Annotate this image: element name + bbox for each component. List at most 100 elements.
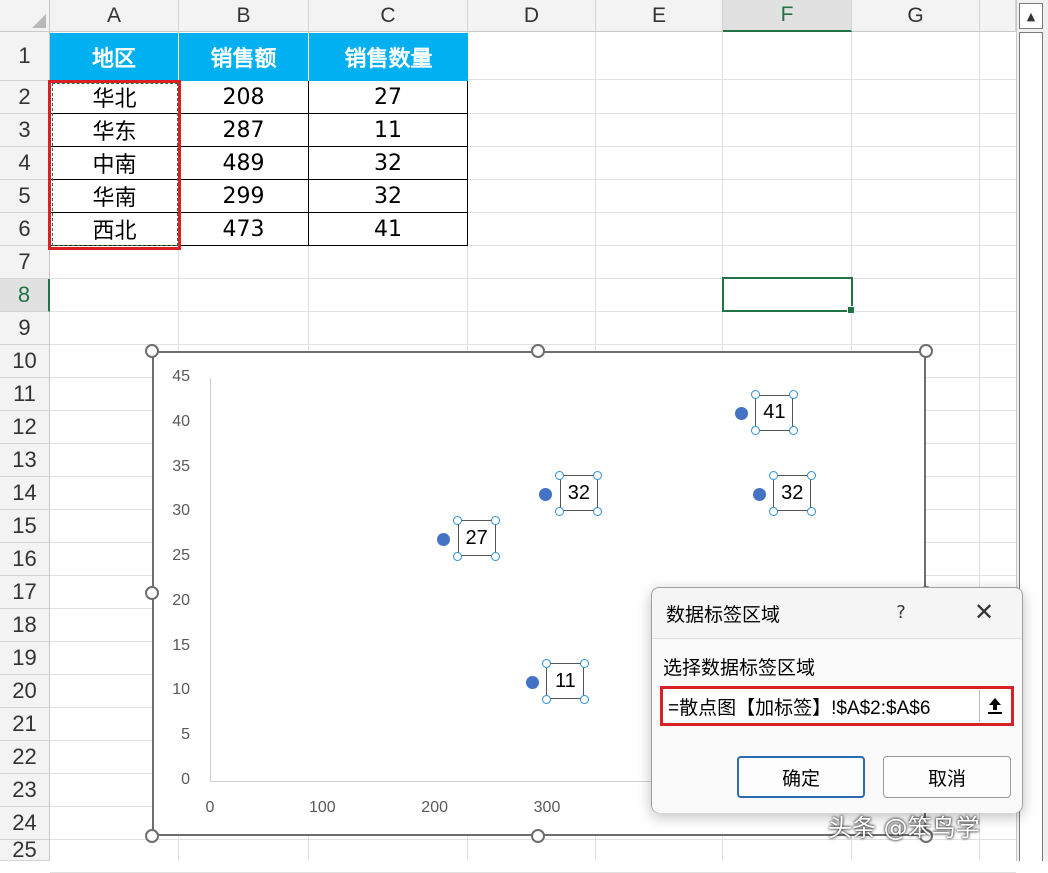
row-header-3[interactable]: 3	[0, 114, 50, 147]
data-label-handle[interactable]	[806, 506, 816, 516]
row-header-14[interactable]: 14	[0, 477, 50, 510]
row-header-20[interactable]: 20	[0, 675, 50, 708]
row-header-10[interactable]: 10	[0, 345, 50, 378]
column-header-A[interactable]: A	[50, 0, 179, 32]
data-label-handle[interactable]	[768, 470, 778, 480]
y-tick-label: 25	[172, 547, 190, 565]
column-header-F[interactable]: F	[723, 0, 852, 32]
data-label-handle[interactable]	[579, 694, 589, 704]
data-point[interactable]	[539, 487, 553, 501]
data-label-handle[interactable]	[541, 694, 551, 704]
data-label[interactable]: 41	[755, 394, 794, 431]
data-label[interactable]: 27	[457, 520, 496, 557]
data-point[interactable]	[734, 407, 748, 421]
data-label-handle[interactable]	[806, 470, 816, 480]
table-cell[interactable]: 299	[179, 180, 309, 213]
chart-resize-handle[interactable]	[145, 586, 159, 600]
cancel-button[interactable]: 取消	[883, 756, 1011, 798]
row-header-15[interactable]: 15	[0, 510, 50, 543]
x-tick-label: 200	[421, 799, 448, 816]
row-header-12[interactable]: 12	[0, 411, 50, 444]
data-label-handle[interactable]	[579, 658, 589, 668]
collapse-dialog-button[interactable]	[979, 690, 1010, 722]
scroll-up-arrow-icon[interactable]: ▲	[1019, 3, 1043, 29]
y-tick-label: 0	[181, 771, 190, 788]
data-label[interactable]: 32	[773, 475, 812, 512]
data-point[interactable]	[752, 487, 766, 501]
row-header-2[interactable]: 2	[0, 81, 50, 114]
header-cell-region[interactable]: 地区	[50, 33, 179, 81]
row-header-23[interactable]: 23	[0, 774, 50, 807]
row-header-11[interactable]: 11	[0, 378, 50, 411]
chart-resize-handle[interactable]	[531, 829, 545, 843]
header-cell-sales[interactable]: 销售额	[179, 33, 309, 81]
close-icon[interactable]: ✕	[964, 594, 1004, 630]
x-tick-label: 0	[205, 799, 215, 816]
data-label-handle[interactable]	[555, 506, 565, 516]
row-header-22[interactable]: 22	[0, 741, 50, 774]
data-label-handle[interactable]	[768, 506, 778, 516]
select-all-corner[interactable]	[0, 0, 50, 32]
data-label-range-dialog: 数据标签区域 ? ✕ 选择数据标签区域 确定 取消	[651, 587, 1023, 813]
column-header-B[interactable]: B	[179, 0, 309, 32]
data-label-handle[interactable]	[593, 506, 603, 516]
chart-resize-handle[interactable]	[145, 344, 159, 358]
row-header-4[interactable]: 4	[0, 147, 50, 180]
column-header-E[interactable]: E	[596, 0, 723, 32]
row-header-16[interactable]: 16	[0, 543, 50, 576]
row-header-1[interactable]: 1	[0, 32, 50, 81]
active-cell-F8[interactable]	[722, 277, 855, 314]
data-label-handle[interactable]	[453, 515, 463, 525]
data-label[interactable]: 32	[559, 475, 598, 512]
row-header-19[interactable]: 19	[0, 642, 50, 675]
header-cell-quantity[interactable]: 销售数量	[309, 33, 468, 81]
table-cell[interactable]: 287	[179, 114, 309, 147]
table-cell[interactable]: 32	[309, 147, 468, 180]
table-cell[interactable]: 41	[309, 213, 468, 246]
row-header-25[interactable]: 25	[0, 837, 50, 862]
row-header-21[interactable]: 21	[0, 708, 50, 741]
data-label-handle[interactable]	[541, 658, 551, 668]
column-header-C[interactable]: C	[309, 0, 468, 32]
y-tick-label: 10	[172, 681, 190, 699]
column-header-D[interactable]: D	[468, 0, 596, 32]
data-label-handle[interactable]	[491, 551, 501, 561]
data-label-handle[interactable]	[491, 515, 501, 525]
row-header-9[interactable]: 9	[0, 312, 50, 345]
table-cell[interactable]: 473	[179, 213, 309, 246]
chart-resize-handle[interactable]	[531, 344, 545, 358]
table-cell[interactable]: 208	[179, 81, 309, 114]
row-header-6[interactable]: 6	[0, 213, 50, 246]
column-header-G[interactable]: G	[852, 0, 980, 32]
x-tick-label: 300	[533, 799, 561, 816]
table-cell[interactable]: 489	[179, 147, 309, 180]
row-header-18[interactable]: 18	[0, 609, 50, 642]
row-header-7[interactable]: 7	[0, 246, 50, 279]
row-header-5[interactable]: 5	[0, 180, 50, 213]
y-tick-label: 5	[181, 726, 190, 744]
chart-resize-handle[interactable]	[919, 344, 933, 358]
row-header-24[interactable]: 24	[0, 807, 50, 840]
data-point[interactable]	[437, 532, 451, 546]
row-header-8[interactable]: 8	[0, 279, 50, 312]
table-cell[interactable]: 11	[309, 114, 468, 147]
data-point[interactable]	[525, 675, 539, 689]
data-label-handle[interactable]	[788, 390, 798, 400]
row-header-13[interactable]: 13	[0, 444, 50, 477]
chart-resize-handle[interactable]	[145, 829, 159, 843]
data-label-handle[interactable]	[453, 551, 463, 561]
help-button[interactable]: ?	[884, 596, 918, 628]
data-label-handle[interactable]	[788, 426, 798, 436]
column-header-H-partial[interactable]	[980, 0, 1016, 32]
data-label-handle[interactable]	[750, 426, 760, 436]
y-tick-label: 45	[172, 368, 190, 385]
ok-button[interactable]: 确定	[737, 756, 865, 798]
range-input[interactable]	[665, 692, 976, 720]
data-label-handle[interactable]	[593, 470, 603, 480]
data-label[interactable]: 11	[546, 663, 585, 700]
table-cell[interactable]: 32	[309, 180, 468, 213]
row-header-17[interactable]: 17	[0, 576, 50, 609]
y-tick-label: 40	[172, 412, 190, 430]
table-cell[interactable]: 27	[309, 81, 468, 114]
y-tick-label: 30	[172, 502, 190, 520]
